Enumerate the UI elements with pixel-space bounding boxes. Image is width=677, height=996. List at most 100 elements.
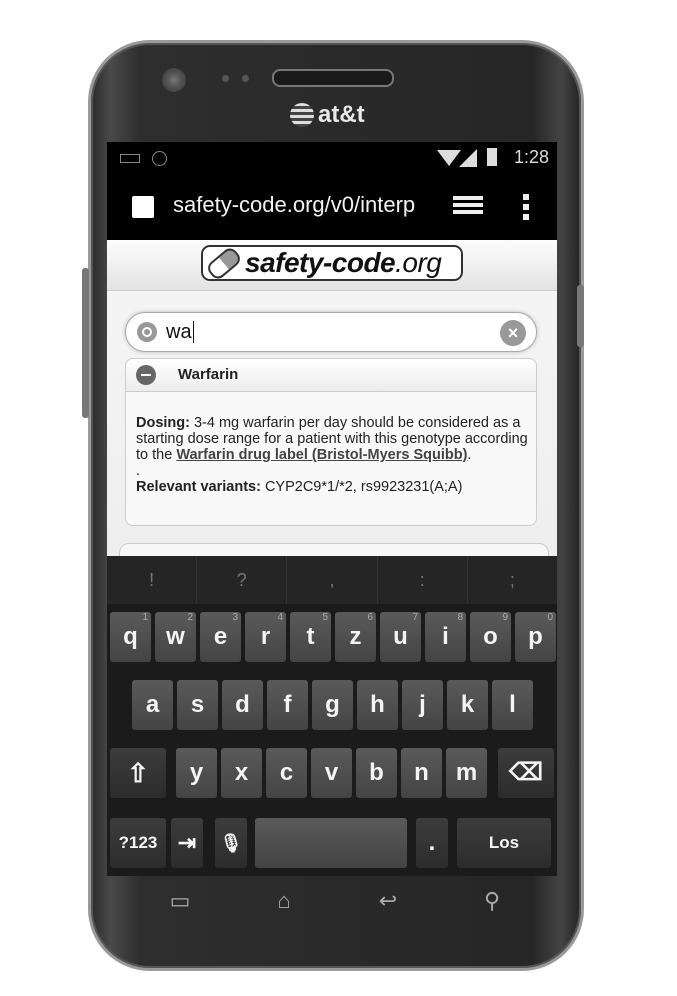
- key-y[interactable]: y: [176, 748, 217, 798]
- key-b[interactable]: b: [356, 748, 397, 798]
- menu-icon[interactable]: ▭: [165, 888, 195, 914]
- dot-line: .: [136, 463, 141, 479]
- key-i-label: i: [442, 623, 449, 650]
- suggestion-item[interactable]: :: [378, 556, 468, 604]
- back-icon[interactable]: ↩: [373, 888, 403, 914]
- key-j-label: j: [419, 691, 426, 718]
- message-notification-icon: [152, 151, 167, 166]
- key-m[interactable]: m: [446, 748, 487, 798]
- symbols-key[interactable]: ?123: [110, 818, 166, 868]
- volume-button: [82, 268, 89, 418]
- proximity-sensor: [222, 75, 229, 82]
- suggestion-item[interactable]: ,: [287, 556, 378, 604]
- carrier-logo: at&t: [290, 100, 400, 130]
- favicon-icon: [132, 196, 154, 218]
- key-p-label: p: [528, 623, 543, 650]
- key-m-label: m: [455, 759, 478, 786]
- mic-key[interactable]: 🎙: [215, 818, 247, 868]
- go-key[interactable]: Los: [457, 818, 551, 868]
- tabs-icon[interactable]: [453, 196, 483, 218]
- key-u-number-hint: 7: [412, 612, 418, 623]
- logo-tld-text: .org: [395, 247, 442, 278]
- status-bar: 1:28: [107, 142, 557, 174]
- key-d[interactable]: d: [222, 680, 263, 730]
- key-n-label: n: [414, 759, 429, 786]
- key-o[interactable]: o9: [470, 612, 511, 662]
- key-c[interactable]: c: [266, 748, 307, 798]
- tab-key[interactable]: ⇥: [171, 818, 203, 868]
- backspace-key[interactable]: ⌫: [498, 748, 554, 798]
- variants-value: CYP2C9*1/*2, rs9923231(A;A): [260, 479, 463, 495]
- key-g[interactable]: g: [312, 680, 353, 730]
- key-g-label: g: [325, 691, 340, 718]
- key-f[interactable]: f: [267, 680, 308, 730]
- key-x[interactable]: x: [221, 748, 262, 798]
- key-l-label: l: [509, 691, 516, 718]
- key-s-label: s: [190, 691, 205, 718]
- key-w[interactable]: w2: [155, 612, 196, 662]
- key-a-label: a: [145, 691, 160, 718]
- soft-keyboard: ! ? , : ; q 1 w 2 e 3 r 4 t 5 z 6 u 7 i 8 o 9 p 0 a s d f g h j k l ⇧…: [107, 556, 557, 876]
- search-field[interactable]: wa ×: [125, 312, 537, 352]
- key-l[interactable]: l: [492, 680, 533, 730]
- key-n[interactable]: n: [401, 748, 442, 798]
- key-i[interactable]: i8: [425, 612, 466, 662]
- overflow-menu-icon[interactable]: [523, 194, 529, 224]
- clear-search-icon[interactable]: ×: [500, 320, 526, 346]
- suggestion-item[interactable]: ?: [197, 556, 288, 604]
- key-q[interactable]: q1: [110, 612, 151, 662]
- key-h[interactable]: h: [357, 680, 398, 730]
- period-key[interactable]: .: [416, 818, 448, 868]
- key-t[interactable]: t5: [290, 612, 331, 662]
- collapse-icon[interactable]: [136, 365, 156, 385]
- key-h-label: h: [370, 691, 385, 718]
- key-p[interactable]: p0: [515, 612, 556, 662]
- go-key-label: Los: [488, 833, 520, 852]
- key-z[interactable]: z6: [335, 612, 376, 662]
- result-body: Dosing: 3-4 mg warfarin per day should b…: [136, 415, 528, 495]
- key-e-number-hint: 3: [232, 612, 238, 623]
- key-v[interactable]: v: [311, 748, 352, 798]
- key-o-number-hint: 9: [502, 612, 508, 623]
- key-a[interactable]: a: [132, 680, 173, 730]
- key-u-label: u: [393, 623, 408, 650]
- key-x-label: x: [234, 759, 249, 786]
- suggestion-item[interactable]: ;: [468, 556, 557, 604]
- key-e[interactable]: e3: [200, 612, 241, 662]
- shift-key[interactable]: ⇧: [110, 748, 166, 798]
- key-z-number-hint: 6: [367, 612, 373, 623]
- browser-url-bar[interactable]: safety-code.org/v0/interp: [107, 174, 557, 240]
- front-camera: [162, 68, 186, 92]
- wifi-icon: [437, 150, 461, 166]
- earpiece-speaker: [272, 69, 394, 87]
- key-r[interactable]: r4: [245, 612, 286, 662]
- key-q-label: q: [123, 623, 138, 650]
- site-header: safety-code.org: [107, 240, 557, 291]
- key-k[interactable]: k: [447, 680, 488, 730]
- key-w-number-hint: 2: [187, 612, 193, 623]
- site-logo[interactable]: safety-code.org: [201, 244, 463, 282]
- key-s[interactable]: s: [177, 680, 218, 730]
- key-u[interactable]: u7: [380, 612, 421, 662]
- suggestion-item[interactable]: !: [107, 556, 198, 604]
- key-q-number-hint: 1: [142, 612, 148, 623]
- battery-icon: [487, 148, 497, 166]
- screen: 1:28 safety-code.org/v0/interp safety-co…: [107, 142, 557, 876]
- drug-label-link[interactable]: Warfarin drug label (Bristol-Myers Squib…: [176, 447, 467, 463]
- result-header[interactable]: Warfarin: [126, 359, 536, 392]
- key-t-label: t: [306, 623, 315, 650]
- key-e-label: e: [213, 623, 228, 650]
- search-input-value[interactable]: wa: [166, 321, 194, 343]
- web-content: safety-code.org wa × Warfarin Dosing: 3-…: [107, 240, 557, 575]
- space-key[interactable]: [255, 818, 407, 868]
- status-time: 1:28: [513, 147, 549, 167]
- key-k-label: k: [460, 691, 475, 718]
- search-hw-icon[interactable]: ⚲: [477, 888, 507, 914]
- home-icon[interactable]: ⌂: [269, 888, 299, 914]
- key-r-number-hint: 4: [277, 612, 283, 623]
- key-r-label: r: [260, 623, 271, 650]
- key-z-label: z: [349, 623, 362, 650]
- url-text[interactable]: safety-code.org/v0/interp: [173, 192, 431, 222]
- key-j[interactable]: j: [402, 680, 443, 730]
- light-sensor: [242, 75, 249, 82]
